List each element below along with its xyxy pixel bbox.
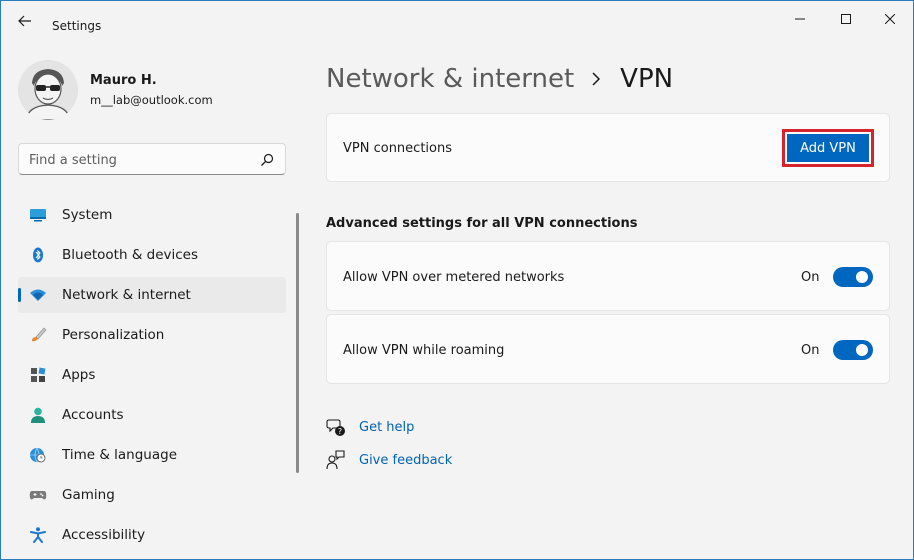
sidebar-item-time-language[interactable]: Time & language <box>18 437 286 473</box>
setting-row-metered: Allow VPN over metered networks On <box>326 241 890 311</box>
maximize-icon <box>841 14 851 24</box>
bluetooth-icon <box>33 247 43 263</box>
breadcrumb-parent[interactable]: Network & internet <box>326 64 574 94</box>
avatar-person-icon <box>18 60 78 120</box>
close-icon <box>885 14 895 24</box>
vpn-connections-card: VPN connections Add VPN <box>326 113 890 182</box>
setting-row-roaming: Allow VPN while roaming On <box>326 314 890 384</box>
sidebar-item-label: Apps <box>62 367 96 383</box>
search-input[interactable] <box>29 150 249 170</box>
brush-icon <box>32 327 47 342</box>
get-help-link[interactable]: ? Get help <box>326 416 414 438</box>
sidebar-item-accounts[interactable]: Accounts <box>18 397 286 433</box>
sidebar-item-label: Accounts <box>62 407 124 423</box>
back-arrow-icon <box>18 15 31 27</box>
window-title: Settings <box>52 19 102 33</box>
sidebar-item-personalization[interactable]: Personalization <box>18 317 286 353</box>
accessibility-icon <box>30 527 46 543</box>
vpn-connections-label: VPN connections <box>343 141 452 156</box>
sidebar-item-gaming[interactable]: Gaming <box>18 477 286 513</box>
sidebar-item-apps[interactable]: Apps <box>18 357 286 393</box>
toggle-state-label: On <box>801 343 820 358</box>
svg-text:?: ? <box>338 427 342 436</box>
sidebar-item-bluetooth-devices[interactable]: Bluetooth & devices <box>18 237 286 273</box>
sidebar-nav: System Bluetooth & devices Network & int… <box>18 197 286 557</box>
give-feedback-label[interactable]: Give feedback <box>359 453 452 468</box>
avatar[interactable] <box>18 60 78 120</box>
setting-label: Allow VPN over metered networks <box>343 270 565 285</box>
globe-clock-icon <box>30 447 46 463</box>
search-icon[interactable] <box>259 152 275 168</box>
sidebar-item-label: Network & internet <box>62 287 191 303</box>
profile-email: m__lab@outlook.com <box>90 93 213 107</box>
setting-label: Allow VPN while roaming <box>343 343 505 358</box>
roaming-vpn-toggle[interactable] <box>833 340 873 360</box>
sidebar-item-label: Personalization <box>62 327 165 343</box>
apps-icon <box>31 367 46 382</box>
toggle-knob <box>856 271 868 283</box>
get-help-label[interactable]: Get help <box>359 420 414 435</box>
advanced-settings-heading: Advanced settings for all VPN connection… <box>326 216 638 231</box>
maximize-button[interactable] <box>823 7 869 31</box>
sidebar-item-label: Gaming <box>62 487 115 503</box>
minimize-icon <box>795 18 805 20</box>
sidebar-item-accessibility[interactable]: Accessibility <box>18 517 286 553</box>
close-button[interactable] <box>867 7 913 31</box>
person-icon <box>31 407 45 423</box>
settings-window: Settings Mauro H. m__lab@outlook.com Fin… <box>0 0 914 560</box>
sidebar-item-label: System <box>62 207 113 223</box>
sidebar-scrollbar[interactable] <box>296 213 299 473</box>
chevron-right-icon <box>592 72 601 86</box>
sidebar-item-label: Accessibility <box>62 527 146 543</box>
wifi-icon <box>30 289 46 301</box>
toggle-knob <box>856 344 868 356</box>
sidebar-item-label: Bluetooth & devices <box>62 247 199 263</box>
toggle-state-label: On <box>801 270 820 285</box>
search-box[interactable] <box>18 143 286 175</box>
sidebar-item-network-internet[interactable]: Network & internet <box>18 277 286 313</box>
breadcrumb: Network & internet VPN <box>326 59 673 99</box>
sidebar-item-system[interactable]: System <box>18 197 286 233</box>
give-feedback-link[interactable]: Give feedback <box>326 449 452 471</box>
feedback-icon <box>326 450 345 470</box>
minimize-button[interactable] <box>777 7 823 31</box>
gamepad-icon <box>29 491 47 500</box>
system-icon <box>30 209 46 222</box>
sidebar-item-label: Time & language <box>62 447 178 463</box>
add-vpn-button[interactable]: Add VPN <box>782 129 874 167</box>
metered-vpn-toggle[interactable] <box>833 267 873 287</box>
back-button[interactable] <box>13 11 37 31</box>
title-bar: Settings <box>1 1 913 37</box>
page-title: VPN <box>620 64 674 94</box>
profile-name: Mauro H. <box>90 73 157 88</box>
help-chat-icon: ? <box>326 419 345 436</box>
